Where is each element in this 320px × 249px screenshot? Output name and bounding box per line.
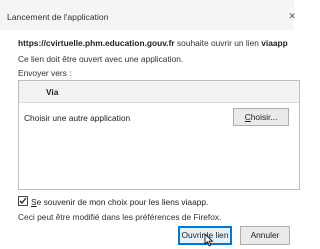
list-header: Via bbox=[19, 81, 299, 103]
dialog-title: Lancement de l'application bbox=[7, 12, 109, 22]
message-url: https://cvirtuelle.phm.education.gouv.fr bbox=[18, 38, 175, 48]
remember-label[interactable]: Se souvenir de mon choix pour les liens … bbox=[31, 197, 208, 207]
application-list[interactable]: Via Choisir une autre application Choisi… bbox=[18, 80, 300, 190]
launch-message: https://cvirtuelle.phm.education.gouv.fr… bbox=[18, 38, 288, 48]
cancel-button[interactable]: Annuler bbox=[240, 226, 290, 245]
dialog-titlebar: Lancement de l'application ✕ bbox=[0, 0, 296, 30]
message-rest: souhaite ouvrir un lien bbox=[174, 38, 262, 48]
remember-checkbox[interactable] bbox=[18, 196, 28, 206]
mouse-pointer-icon bbox=[204, 233, 214, 247]
choose-button[interactable]: Choisir... bbox=[233, 108, 289, 126]
message-line-2: Ce lien doit être ouvert avec une applic… bbox=[18, 54, 184, 64]
list-item[interactable]: Choisir une autre application Choisir... bbox=[19, 105, 299, 129]
list-header-label: Via bbox=[46, 87, 59, 97]
close-icon[interactable]: ✕ bbox=[288, 11, 296, 22]
message-scheme: viaapp bbox=[261, 38, 288, 48]
footnote: Ceci peut être modifié dans les préféren… bbox=[18, 212, 222, 222]
checkmark-icon bbox=[19, 197, 27, 204]
send-to-label: Envoyer vers : bbox=[18, 68, 72, 78]
choose-button-label: hoisir... bbox=[250, 112, 278, 122]
remember-label-text: e souvenir de mon choix pour les liens v… bbox=[36, 197, 209, 207]
list-item-label: Choisir une autre application bbox=[24, 113, 131, 123]
